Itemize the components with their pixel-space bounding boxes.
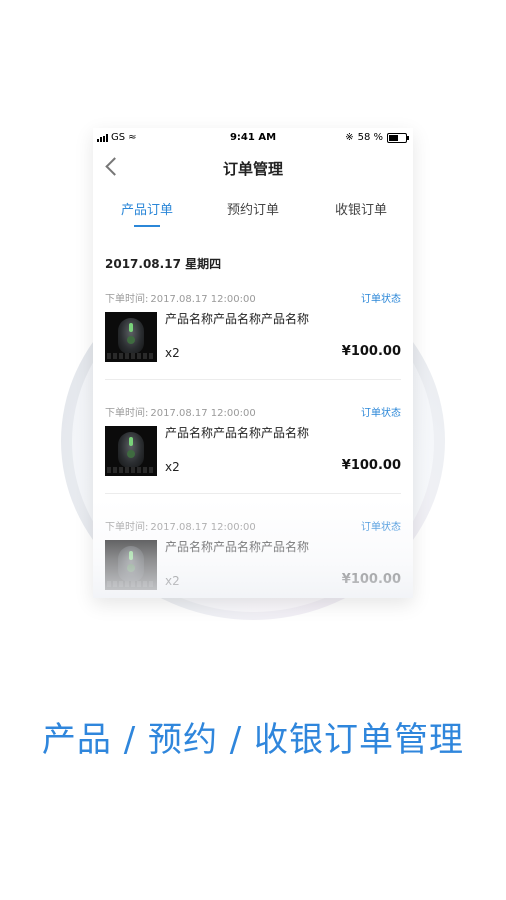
order-time: 下单时间: 2017.08.17 12:00:00 <box>105 290 256 305</box>
order-time-value: 2017.08.17 12:00:00 <box>150 294 256 305</box>
status-bar: GS ≈ 9:41 AM ※ 58 % <box>93 128 413 148</box>
tab-cashier-orders[interactable]: 收银订单 <box>321 199 401 218</box>
product-price: ¥100.00 <box>341 572 401 587</box>
order-time: 下单时间: 2017.08.17 12:00:00 <box>105 404 256 419</box>
order-time-label: 下单时间: <box>105 294 149 305</box>
product-name: 产品名称产品名称产品名称 <box>165 312 310 326</box>
order-status-link[interactable]: 订单状态 <box>361 404 401 419</box>
divider <box>105 493 401 494</box>
order-status-link[interactable]: 订单状态 <box>361 518 401 533</box>
tab-product-orders[interactable]: 产品订单 <box>107 199 187 218</box>
mouse-image-icon <box>118 546 144 582</box>
order-card[interactable]: 下单时间: 2017.08.17 12:00:00 订单状态 产品名称产品名称产品… <box>93 404 413 518</box>
product-qty: x2 <box>165 574 180 588</box>
product-thumbnail <box>105 540 157 590</box>
page-title: 订单管理 <box>222 160 283 178</box>
active-tab-indicator <box>134 225 160 227</box>
promo-caption: 产品 / 预约 / 收银订单管理 <box>41 720 465 760</box>
order-status-link[interactable]: 订单状态 <box>361 290 401 305</box>
order-card[interactable]: 下单时间: 2017.08.17 12:00:00 订单状态 产品名称产品名称产品… <box>93 518 413 598</box>
product-thumbnail <box>105 312 157 362</box>
phone-screen: GS ≈ 9:41 AM ※ 58 % 订单管理 产品订单 预约订单 收银订单 … <box>93 128 413 598</box>
order-time-value: 2017.08.17 12:00:00 <box>150 522 256 533</box>
product-thumbnail <box>105 426 157 476</box>
order-time-label: 下单时间: <box>105 408 149 419</box>
status-right: ※ 58 % <box>345 132 409 143</box>
divider <box>105 379 401 380</box>
product-name: 产品名称产品名称产品名称 <box>165 540 310 554</box>
order-tabs: 产品订单 预约订单 收银订单 <box>93 188 413 232</box>
order-time: 下单时间: 2017.08.17 12:00:00 <box>105 518 256 533</box>
bluetooth-icon: ※ <box>345 132 354 143</box>
product-qty: x2 <box>165 346 180 360</box>
mouse-image-icon <box>118 432 144 468</box>
date-heading: 2017.08.17 星期四 <box>105 257 222 271</box>
order-card[interactable]: 下单时间: 2017.08.17 12:00:00 订单状态 产品名称产品名称产品… <box>93 290 413 404</box>
order-time-value: 2017.08.17 12:00:00 <box>150 408 256 419</box>
battery-icon <box>387 132 409 143</box>
tab-appointment-orders[interactable]: 预约订单 <box>213 199 293 218</box>
product-price: ¥100.00 <box>341 344 401 359</box>
mouse-image-icon <box>118 318 144 354</box>
product-name: 产品名称产品名称产品名称 <box>165 426 310 440</box>
product-price: ¥100.00 <box>341 458 401 473</box>
nav-bar: 订单管理 <box>93 148 413 188</box>
battery-percent: 58 % <box>357 132 383 143</box>
product-qty: x2 <box>165 460 180 474</box>
order-time-label: 下单时间: <box>105 522 149 533</box>
